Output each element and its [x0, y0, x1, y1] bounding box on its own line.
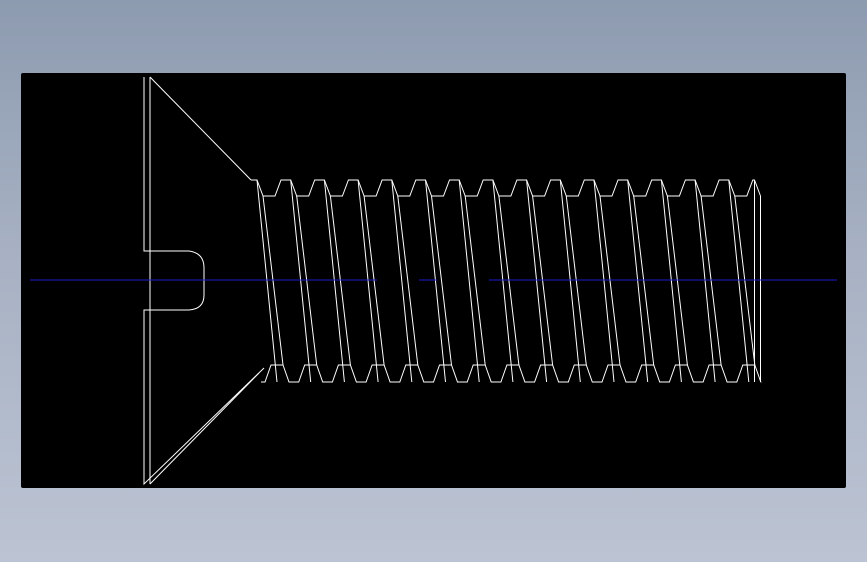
thread-helix-line — [391, 179, 413, 383]
thread-helix-line — [728, 179, 750, 383]
thread-helix-line — [290, 179, 312, 383]
thread-helix-line — [627, 179, 649, 383]
thread-helix-line — [593, 179, 615, 383]
thread-group — [251, 179, 762, 383]
thread-helix-line — [694, 179, 716, 383]
thread-top-profile — [251, 179, 761, 197]
thread-helix-line — [492, 179, 514, 383]
head-taper-top — [149, 76, 252, 181]
cad-viewport[interactable] — [21, 73, 846, 488]
thread-helix-line — [425, 179, 446, 383]
thread-helix-line — [526, 179, 548, 383]
thread-helix-line — [559, 179, 581, 383]
thread-helix-line — [323, 179, 345, 383]
thread-helix-line — [357, 179, 379, 383]
thread-helix-line — [458, 179, 480, 383]
screw-drawing — [30, 76, 837, 486]
head-taper-bottom — [149, 372, 260, 485]
thread-bottom-profile — [261, 364, 762, 383]
thread-helix-line — [256, 179, 278, 383]
thread-helix-line — [660, 179, 682, 383]
